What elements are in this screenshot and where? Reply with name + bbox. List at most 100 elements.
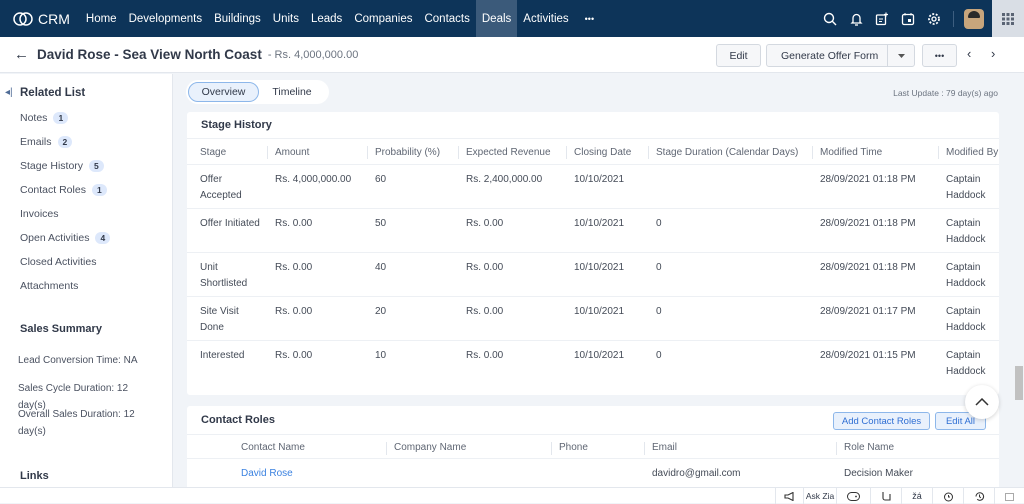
- scroll-to-top-button[interactable]: [965, 385, 999, 419]
- cell-amount: Rs. 0.00: [275, 306, 313, 317]
- record-title: David Rose - Sea View North Coast: [37, 47, 262, 62]
- cell-modified-by: Captain Haddock: [946, 306, 986, 333]
- cell-modified-time: 28/09/2021 01:17 PM: [820, 306, 916, 317]
- cell-stage: Site Visit Done: [200, 306, 239, 333]
- nav-units[interactable]: Units: [267, 0, 305, 37]
- related-item-label: Contact Roles: [20, 184, 86, 196]
- generate-offer-form-label: Generate Offer Form: [781, 49, 879, 62]
- next-record-icon[interactable]: ›: [991, 46, 995, 61]
- related-item-label: Closed Activities: [20, 256, 97, 268]
- more-actions-button[interactable]: •••: [922, 44, 957, 67]
- cell-stage: Offer Accepted: [200, 174, 242, 201]
- col-amount: Amount: [266, 139, 309, 166]
- add-note-icon[interactable]: [869, 0, 895, 37]
- crm-logo[interactable]: CRM: [13, 11, 70, 27]
- contact-email: davidro@gmail.com: [652, 468, 741, 479]
- record-amount: - Rs. 4,000,000.00: [267, 48, 359, 61]
- count-badge: 1: [91, 184, 107, 196]
- collapse-sidebar-icon[interactable]: ◂|: [5, 87, 13, 98]
- zia-text-icon[interactable]: žá: [901, 488, 932, 504]
- cell-modified-by: Captain Haddock: [946, 262, 986, 289]
- last-update: Last Update : 79 day(s) ago: [893, 88, 998, 98]
- history-icon[interactable]: [963, 488, 994, 504]
- cell-modified-time: 28/09/2021 01:18 PM: [820, 262, 916, 273]
- cell-stage: Interested: [200, 350, 245, 361]
- calendar-icon[interactable]: [895, 0, 921, 37]
- related-item-open-activities[interactable]: Open Activities 4: [20, 232, 111, 244]
- apps-grid-icon[interactable]: [992, 0, 1024, 37]
- feedback-icon[interactable]: [870, 488, 901, 504]
- nav-activities[interactable]: Activities: [517, 0, 574, 37]
- tab-overview[interactable]: Overview: [188, 82, 259, 102]
- app-name: CRM: [38, 10, 70, 27]
- cell-closing-date: 10/10/2021: [574, 306, 625, 317]
- tab-timeline[interactable]: Timeline: [259, 82, 325, 102]
- cell-stage-duration: 0: [656, 306, 662, 317]
- related-item-attachments[interactable]: Attachments: [20, 280, 78, 292]
- lead-conversion-time: Lead Conversion Time: NA: [18, 355, 138, 366]
- scrollbar-thumb[interactable]: [1015, 366, 1023, 400]
- nav-contacts[interactable]: Contacts: [418, 0, 475, 37]
- nav-home[interactable]: Home: [80, 0, 123, 37]
- related-item-invoices[interactable]: Invoices: [20, 208, 59, 220]
- cell-amount: Rs. 0.00: [275, 262, 313, 273]
- contact-roles-title: Contact Roles: [201, 414, 275, 426]
- cell-probability: 50: [375, 218, 387, 229]
- minimize-panel-icon[interactable]: [994, 488, 1024, 504]
- user-avatar[interactable]: [964, 8, 984, 29]
- cell-stage: Offer Initiated: [200, 218, 260, 229]
- cell-expected-revenue: Rs. 0.00: [466, 350, 504, 361]
- page-scrollbar[interactable]: [1013, 108, 1024, 488]
- related-item-closed-activities[interactable]: Closed Activities: [20, 256, 96, 268]
- ask-zia-button[interactable]: Ask Zia: [803, 488, 836, 504]
- nav-divider: [953, 10, 954, 27]
- edit-button[interactable]: Edit: [716, 44, 761, 67]
- col-stage-duration: Stage Duration (Calendar Days): [647, 139, 798, 166]
- gamepad-icon[interactable]: [836, 488, 870, 504]
- cell-expected-revenue: Rs. 2,400,000.00: [466, 174, 543, 185]
- related-item-emails[interactable]: Emails 2: [20, 136, 73, 148]
- related-item-contact-roles[interactable]: Contact Roles 1: [20, 184, 107, 196]
- stage-history-row: Site Visit Done Rs. 0.00 20 Rs. 0.00 10/10/2…: [187, 297, 999, 341]
- stage-history-section: Stage History Stage Amount Probability (…: [187, 112, 999, 395]
- related-item-notes[interactable]: Notes 1: [20, 112, 69, 124]
- stage-history-row: Offer Accepted Rs. 4,000,000.00 60 Rs. 2,40…: [187, 165, 999, 209]
- stage-history-header: Stage Amount Probability (%) Expected Re…: [187, 138, 999, 165]
- settings-gear-icon[interactable]: [921, 0, 947, 37]
- cell-expected-revenue: Rs. 0.00: [466, 306, 504, 317]
- nav-buildings[interactable]: Buildings: [208, 0, 267, 37]
- nav-leads[interactable]: Leads: [305, 0, 348, 37]
- alarm-clock-icon[interactable]: [932, 488, 963, 504]
- related-item-stage-history[interactable]: Stage History 5: [20, 160, 104, 172]
- col-probability: Probability (%): [366, 139, 440, 166]
- previous-record-icon[interactable]: ‹: [967, 46, 971, 61]
- cell-modified-by: Captain Haddock: [946, 350, 986, 377]
- nav-deals[interactable]: Deals: [475, 0, 518, 37]
- nav-more-button[interactable]: •••: [579, 0, 600, 37]
- count-badge: 1: [53, 112, 69, 124]
- related-item-label: Stage History: [20, 160, 84, 172]
- cell-modified-by: Captain Haddock: [946, 218, 986, 245]
- announcement-icon[interactable]: [775, 488, 803, 504]
- cell-amount: Rs. 0.00: [275, 350, 313, 361]
- cell-closing-date: 10/10/2021: [574, 218, 625, 229]
- offer-dropdown-caret-icon[interactable]: [887, 45, 915, 66]
- nav-companies[interactable]: Companies: [348, 0, 418, 37]
- cell-modified-time: 28/09/2021 01:15 PM: [820, 350, 916, 361]
- cell-expected-revenue: Rs. 0.00: [466, 218, 504, 229]
- col-email: Email: [643, 435, 677, 460]
- contact-name-link[interactable]: David Rose: [241, 466, 293, 482]
- cell-expected-revenue: Rs. 0.00: [466, 262, 504, 273]
- record-header: ← David Rose - Sea View North Coast - Rs…: [0, 37, 1024, 73]
- nav-developments[interactable]: Developments: [123, 0, 209, 37]
- cell-probability: 40: [375, 262, 387, 273]
- generate-offer-form-button[interactable]: Generate Offer Form: [766, 44, 915, 67]
- count-badge: 5: [89, 160, 104, 172]
- back-arrow-icon[interactable]: ←: [14, 46, 29, 63]
- stage-history-row: Offer Initiated Rs. 0.00 50 Rs. 0.00 10/10/2…: [187, 209, 999, 253]
- cell-modified-time: 28/09/2021 01:18 PM: [820, 174, 916, 185]
- bell-icon[interactable]: [843, 0, 869, 37]
- bottom-toolbar: Ask Zia žá: [0, 487, 1024, 504]
- search-icon[interactable]: [817, 0, 843, 37]
- add-contact-roles-button[interactable]: Add Contact Roles: [833, 412, 930, 430]
